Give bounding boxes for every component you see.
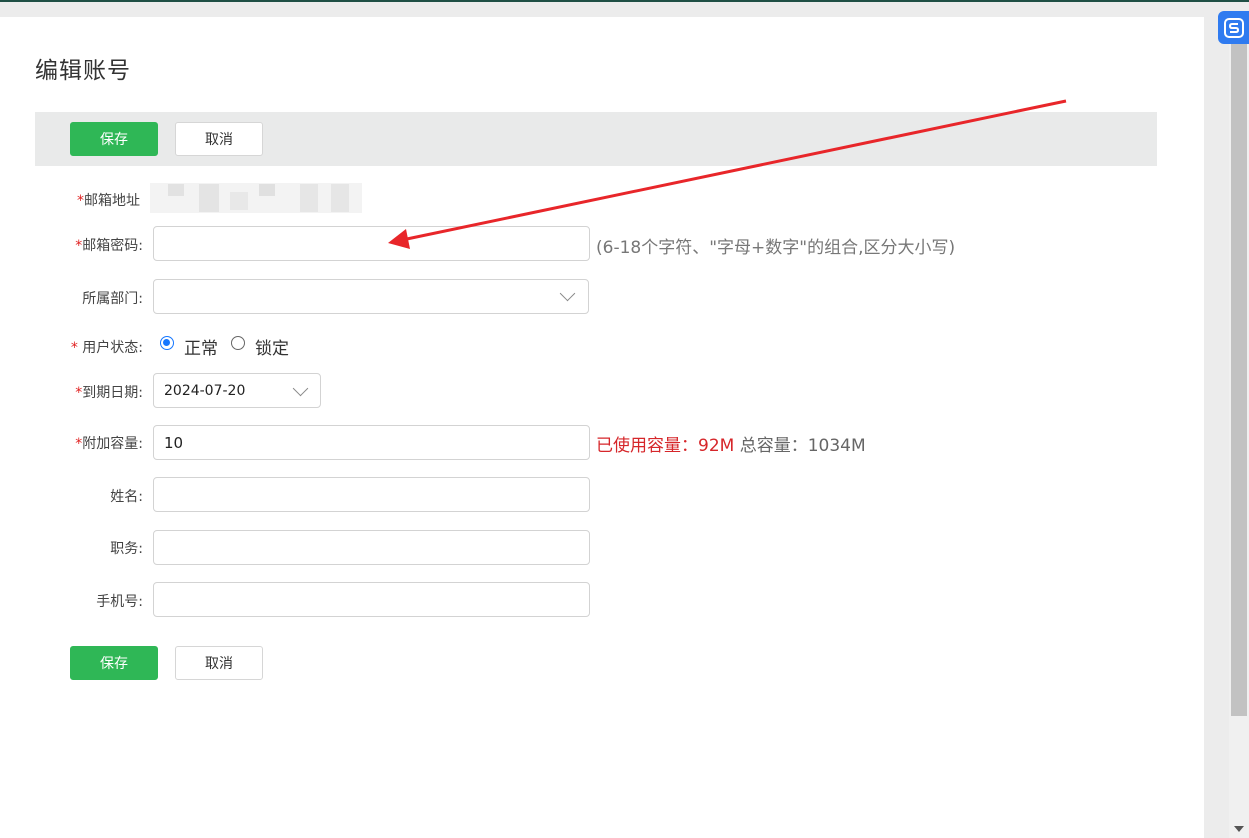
s-logo-glyph	[1224, 17, 1244, 38]
arrow-shaft	[401, 99, 1067, 242]
annotation-arrow	[388, 99, 1067, 249]
scrollbar-thumb[interactable]	[1231, 44, 1247, 716]
arrow-head	[388, 229, 410, 249]
s-logo-icon[interactable]	[1218, 11, 1249, 44]
scroll-down-arrow-icon[interactable]	[1234, 826, 1244, 832]
